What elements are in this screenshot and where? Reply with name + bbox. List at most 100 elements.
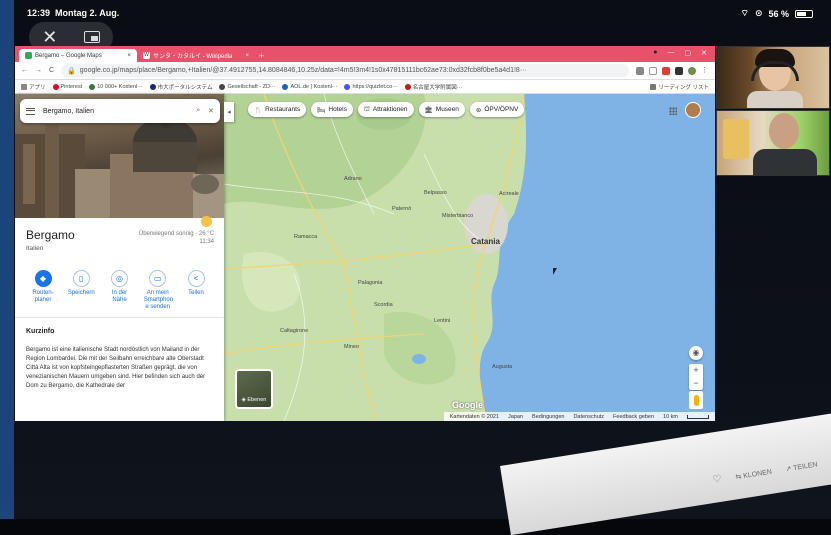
search-box[interactable]: Bergamo, Italien ⌕ ✕ bbox=[20, 99, 220, 123]
account-avatar[interactable] bbox=[685, 102, 701, 118]
tab-title: Bergamo – Google Maps bbox=[35, 52, 102, 59]
zoom-in-button[interactable]: + bbox=[689, 364, 703, 377]
share-button[interactable]: < Teilen bbox=[182, 270, 210, 311]
place-photo[interactable]: Bergamo, Italien ⌕ ✕ bbox=[15, 94, 224, 218]
bookmark-item[interactable]: Pinterest bbox=[52, 83, 82, 90]
new-tab-button[interactable]: + bbox=[259, 51, 264, 61]
layers-label: Ebenen bbox=[247, 397, 267, 403]
attraction-icon: ⛫ bbox=[363, 106, 370, 113]
picture-in-picture-icon[interactable] bbox=[83, 31, 100, 43]
nearby-icon: ◎ bbox=[111, 270, 128, 287]
heart-icon[interactable]: ♡ bbox=[712, 474, 723, 486]
quick-info-heading: Kurzinfo bbox=[26, 328, 55, 335]
reload-button[interactable]: C bbox=[49, 67, 54, 74]
chip-label: ÖPV/ÖPNV bbox=[484, 106, 519, 113]
map-canvas[interactable]: 🍴 Restaurants 🛏 Hotels ⛫ Attraktionen 🏛 Muse… bbox=[224, 94, 715, 421]
bookmark-item[interactable]: 10 000+ Kostenl··· bbox=[89, 83, 143, 90]
scale-label[interactable]: 10 km bbox=[663, 414, 678, 420]
terms-link[interactable]: Bedingungen bbox=[532, 414, 564, 420]
action-label: Routen- planer bbox=[32, 290, 54, 303]
privacy-link[interactable]: Datenschutz bbox=[573, 414, 604, 420]
bookmark-item[interactable]: 市大ポータルシステム bbox=[149, 83, 212, 91]
background-object bbox=[723, 119, 749, 159]
send-to-phone-button[interactable]: ▭ An mein Smartphon e senden bbox=[144, 270, 173, 311]
star-icon[interactable] bbox=[649, 66, 657, 75]
tab-google-maps[interactable]: Bergamo – Google Maps × bbox=[19, 49, 137, 62]
share-icon[interactable] bbox=[636, 66, 644, 75]
ios-status-bar: 12:39 Montag 2. Aug. ⌔ ⊙ 56 % bbox=[0, 0, 831, 24]
map-label-town: Caltagirone bbox=[280, 328, 309, 334]
menu-icon[interactable] bbox=[26, 107, 35, 115]
search-icon[interactable]: ⌕ bbox=[196, 107, 200, 115]
tab-title: サンタ・カタルイ - Wikipedia bbox=[153, 54, 233, 60]
chip-label: Attraktionen bbox=[372, 106, 408, 113]
collapse-panel-button[interactable]: ◂ bbox=[224, 102, 234, 122]
toolbar: ← → C 🔒 google.co.jp/maps/place/Bergamo,… bbox=[15, 62, 715, 80]
close-icon[interactable]: ✕ bbox=[42, 27, 57, 48]
tab-strip: Bergamo – Google Maps × W サンタ・カタルイ - Wik… bbox=[15, 46, 715, 62]
my-location-button[interactable]: ◉ bbox=[689, 346, 703, 360]
menu-icon[interactable]: ⋮ bbox=[701, 67, 709, 75]
chip-museums[interactable]: 🏛 Museen bbox=[418, 102, 465, 117]
tab-close-icon[interactable]: × bbox=[127, 53, 131, 59]
video-participant-1[interactable] bbox=[716, 46, 830, 109]
bookmark-item[interactable]: https://quizlet.co··· bbox=[344, 83, 398, 90]
save-button[interactable]: ▯ Speichern bbox=[67, 270, 95, 311]
window-close-button[interactable]: ✕ bbox=[701, 49, 707, 57]
profile-circle-icon[interactable]: ● bbox=[653, 49, 657, 57]
action-label: Speichern bbox=[67, 290, 95, 296]
bookmark-item[interactable]: 名古屋大学附属図··· bbox=[404, 83, 462, 91]
clear-search-icon[interactable]: ✕ bbox=[208, 107, 214, 115]
action-label: In der Nähe bbox=[111, 290, 128, 303]
chip-hotels[interactable]: 🛏 Hotels bbox=[311, 102, 353, 117]
restaurant-icon: 🍴 bbox=[254, 106, 263, 114]
bookmark-item[interactable]: Gesellschaft - ZD··· bbox=[219, 83, 275, 90]
street-view-pegman-icon[interactable] bbox=[689, 391, 703, 409]
directions-icon: ◆ bbox=[34, 270, 52, 287]
feedback-link[interactable]: Feedback geben bbox=[613, 414, 654, 420]
zoom-out-button[interactable]: − bbox=[689, 377, 703, 390]
minimize-button[interactable]: — bbox=[668, 49, 675, 57]
reading-list[interactable]: リーディング リスト bbox=[650, 83, 709, 91]
scale-bar bbox=[687, 414, 709, 419]
video-participant-2[interactable] bbox=[716, 110, 830, 176]
map-label-town: Acireale bbox=[499, 191, 519, 197]
status-time: 12:39 Montag 2. Aug. bbox=[27, 8, 120, 18]
maximize-button[interactable]: ▢ bbox=[685, 49, 692, 57]
bookmark-icon: ▯ bbox=[72, 270, 90, 287]
profile-avatar-icon[interactable] bbox=[688, 66, 696, 75]
bookmarks-bar: アプリ Pinterest 10 000+ Kostenl··· 市大ポータルシ… bbox=[15, 80, 715, 94]
bookmark-item[interactable]: AOL.de | Kostenl··· bbox=[282, 83, 337, 90]
map-data-credit: Kartendaten © 2021 bbox=[449, 413, 500, 420]
layers-button[interactable]: ◈ Ebenen bbox=[235, 369, 273, 409]
weather-info: Überwiegend sonnig · 26 °C 11:34 bbox=[139, 230, 214, 246]
tab-wikipedia[interactable]: W サンタ・カタルイ - Wikipedia × bbox=[137, 49, 255, 62]
pdf-extension-icon[interactable] bbox=[662, 66, 670, 75]
extension-icon[interactable] bbox=[675, 66, 683, 75]
map-label-town: Lentini bbox=[434, 318, 451, 324]
nearby-button[interactable]: ◎ In der Nähe bbox=[106, 270, 134, 311]
map-label-town: Mineo bbox=[344, 344, 359, 350]
url-text: google.co.jp/maps/place/Bergamo,+Italien… bbox=[79, 67, 527, 74]
place-subtitle: Italien bbox=[26, 245, 44, 252]
maps-content: Bergamo, Italien ⌕ ✕ Bergamo Italien Übe… bbox=[15, 94, 715, 421]
wifi-icon: ⌔ bbox=[740, 8, 749, 18]
tab-close-icon[interactable]: × bbox=[245, 53, 249, 59]
search-input[interactable]: Bergamo, Italien bbox=[43, 108, 188, 115]
chip-transit[interactable]: ⊜ ÖPV/ÖPNV bbox=[469, 102, 525, 117]
address-bar[interactable]: 🔒 google.co.jp/maps/place/Bergamo,+Itali… bbox=[61, 64, 629, 77]
chip-attractions[interactable]: ⛫ Attraktionen bbox=[357, 102, 414, 117]
place-header: Bergamo Italien Überwiegend sonnig · 26 … bbox=[15, 216, 224, 252]
bookmark-item[interactable]: アプリ bbox=[21, 83, 46, 91]
region-link[interactable]: Japan bbox=[508, 414, 523, 420]
back-button[interactable]: ← bbox=[21, 67, 28, 74]
bookmark-icon bbox=[219, 83, 226, 90]
museum-icon: 🏛 bbox=[424, 106, 433, 114]
action-label: Teilen bbox=[188, 290, 204, 296]
forward-button[interactable]: → bbox=[35, 67, 42, 74]
apps-grid-icon[interactable] bbox=[669, 107, 677, 115]
bookmark-icon bbox=[149, 83, 156, 90]
directions-button[interactable]: ◆ Routen- planer bbox=[29, 270, 57, 311]
hotel-icon: 🛏 bbox=[317, 106, 326, 114]
chip-restaurants[interactable]: 🍴 Restaurants bbox=[248, 102, 307, 117]
